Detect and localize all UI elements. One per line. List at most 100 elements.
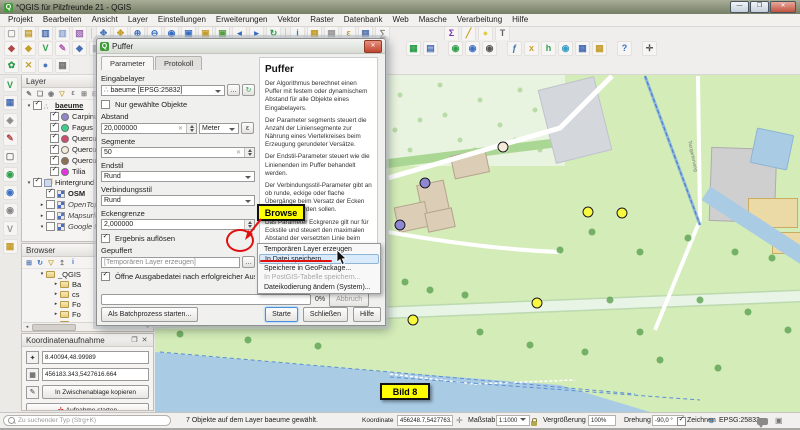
processing-tasks-icon[interactable]: ▣ [775, 416, 783, 425]
scroll-left-icon[interactable]: ◂ [23, 324, 31, 330]
menu-ansicht[interactable]: Ansicht [87, 14, 123, 26]
vector-tools-icon[interactable]: V [38, 41, 53, 56]
geographic-coords-field[interactable]: 8.40094,48.99989 [42, 351, 149, 364]
plant-tool-icon[interactable]: ✿ [4, 58, 19, 73]
lock-scale-icon[interactable] [531, 421, 537, 426]
layer-visibility-checkbox[interactable] [46, 222, 55, 231]
toolbar-separator[interactable] [285, 28, 286, 39]
expander-icon[interactable]: ▸ [52, 291, 60, 297]
add-mesh-layer-icon[interactable]: ◉ [3, 203, 18, 218]
scrollbar-thumb[interactable] [32, 324, 76, 331]
data-defined-override-button[interactable]: ε [241, 122, 254, 134]
measure-line-icon[interactable]: ╱ [461, 26, 476, 41]
manage-map-themes-icon[interactable]: ◉ [46, 89, 56, 99]
crosshair-tool-icon[interactable]: ✛ [642, 41, 657, 56]
annotation-pen-icon[interactable]: ✎ [55, 41, 70, 56]
iterate-layer-button[interactable]: ↻ [242, 84, 255, 96]
crs-status[interactable]: EPSG:25832 [719, 417, 760, 424]
help-button[interactable]: Hilfe [353, 307, 381, 322]
print-layout-icon[interactable]: ▧ [72, 26, 87, 41]
new-memory-layer-icon[interactable]: ▢ [3, 149, 18, 164]
layer-visibility-checkbox[interactable] [33, 101, 42, 110]
add-vector-layer-icon[interactable]: ◉ [3, 167, 18, 182]
close-dialog-button[interactable]: Schließen [303, 307, 348, 322]
expander-icon[interactable]: ▸ [38, 202, 46, 208]
layer-visibility-checkbox[interactable] [33, 178, 42, 187]
properties-widget-icon[interactable]: i [68, 258, 78, 268]
toolbar-separator[interactable] [91, 28, 92, 39]
dialog-title-bar[interactable]: Q Puffer ✕ [97, 39, 385, 54]
layer-visibility-checkbox[interactable] [46, 211, 55, 220]
mouse-extent-icon[interactable]: ✛ [456, 416, 463, 425]
add-delimited-text-icon[interactable]: V [3, 221, 18, 236]
globe-grid-icon[interactable]: ◉ [558, 41, 573, 56]
selected-only-checkbox[interactable] [101, 100, 110, 109]
messages-icon[interactable] [757, 418, 768, 425]
add-raster-layer-icon[interactable]: ◉ [3, 185, 18, 200]
crs-globe-icon[interactable]: ⊕ [708, 416, 715, 425]
layer-visibility-checkbox[interactable] [50, 112, 59, 121]
metasearch-globe-icon[interactable]: ◉ [448, 41, 463, 56]
expander-icon[interactable]: ▸ [52, 301, 60, 307]
menu-web[interactable]: Web [387, 14, 413, 26]
expander-icon[interactable]: ▸ [52, 281, 60, 287]
distance-unit-combo[interactable]: Meter [199, 123, 239, 134]
segments-spinbox[interactable]: 50 ✕ [101, 147, 255, 158]
start-button[interactable]: Starte [265, 307, 298, 322]
render-checkbox[interactable] [677, 417, 686, 426]
grid-tools-icon[interactable]: ▦ [575, 41, 590, 56]
tab-protokoll[interactable]: Protokoll [155, 56, 202, 70]
collapse-all-icon[interactable]: ↥ [57, 258, 67, 268]
projected-coords-field[interactable]: 456183.343,5427616.664 [42, 368, 149, 381]
python-console-icon[interactable]: ƒ [507, 41, 522, 56]
maximize-button[interactable]: ❐ [750, 1, 769, 13]
delete-tool-icon[interactable]: ✕ [21, 58, 36, 73]
text-annotation-icon[interactable]: T [495, 26, 510, 41]
wfs-globe-icon[interactable]: ◉ [482, 41, 497, 56]
track-mouse-icon[interactable]: ✎ [26, 386, 39, 399]
statistical-summary-icon[interactable]: Σ [444, 26, 459, 41]
refresh-browser-icon[interactable]: ↻ [35, 258, 45, 268]
miter-limit-spinbox[interactable]: 2,000000 [101, 219, 255, 230]
minimize-button[interactable]: — [730, 1, 749, 13]
filter-by-expression-icon[interactable]: ε [68, 89, 78, 99]
save-project-as-icon[interactable]: ▥ [55, 26, 70, 41]
menu-datenbank[interactable]: Datenbank [339, 14, 388, 26]
float-panel-icon[interactable]: ❐ [130, 336, 139, 344]
ctx-item-save-postgis[interactable]: In PostGIS-Tabelle speichern... [259, 273, 379, 282]
menu-bearbeiten[interactable]: Bearbeiten [38, 14, 87, 26]
open-output-checkbox[interactable] [101, 272, 110, 281]
distance-spinbox[interactable]: 20,000000 ✕ [101, 123, 197, 134]
coordinate-field[interactable]: 456248.7,5427763.7 [397, 415, 453, 426]
clear-value-icon[interactable]: ✕ [178, 125, 185, 132]
xml-export-icon[interactable]: x [524, 41, 539, 56]
output-field[interactable]: [Temporären Layer erzeugen] [101, 257, 240, 268]
copy-to-clipboard-button[interactable]: In Zwischenablage kopieren [42, 385, 149, 399]
annotation-tool-icon[interactable]: ✎ [3, 131, 18, 146]
layer-options-button[interactable]: … [227, 84, 240, 96]
spinner-arrows[interactable] [186, 124, 196, 133]
menu-vektor[interactable]: Vektor [273, 14, 306, 26]
new-geopackage-icon[interactable]: ▦ [3, 95, 18, 110]
locator-search-input[interactable]: Zu suchender Typ (Strg+K) [3, 415, 171, 426]
expand-all-icon[interactable]: ⊞ [79, 89, 89, 99]
dissolve-checkbox[interactable] [101, 234, 110, 243]
join-style-combo[interactable]: Rund [101, 195, 255, 206]
html-export-icon[interactable]: h [541, 41, 556, 56]
expander-icon[interactable]: ▾ [38, 271, 46, 277]
new-spatialite-icon[interactable]: ◈ [3, 113, 18, 128]
scale-combo[interactable]: 1:1000 [496, 415, 530, 426]
layer-visibility-checkbox[interactable] [46, 189, 55, 198]
ctx-item-encoding[interactable]: Dateikodierung ändern (System)... [259, 283, 379, 292]
filter-browser-icon[interactable]: ▽ [46, 258, 56, 268]
cancel-button[interactable]: Abbruch [329, 292, 369, 307]
menu-layer[interactable]: Layer [123, 14, 153, 26]
style-dot-icon[interactable]: ● [38, 58, 53, 73]
ctx-item-temp-layer[interactable]: Temporären Layer erzeugen [259, 245, 379, 254]
expander-icon[interactable]: ▸ [52, 311, 60, 317]
menu-erweiterungen[interactable]: Erweiterungen [211, 14, 273, 26]
close-panel-icon[interactable]: ✕ [140, 336, 149, 344]
map-tips-icon[interactable]: ● [478, 26, 493, 41]
menu-hilfe[interactable]: Hilfe [507, 14, 533, 26]
run-as-batch-button[interactable]: Als Batchprozess starten... [101, 307, 198, 322]
